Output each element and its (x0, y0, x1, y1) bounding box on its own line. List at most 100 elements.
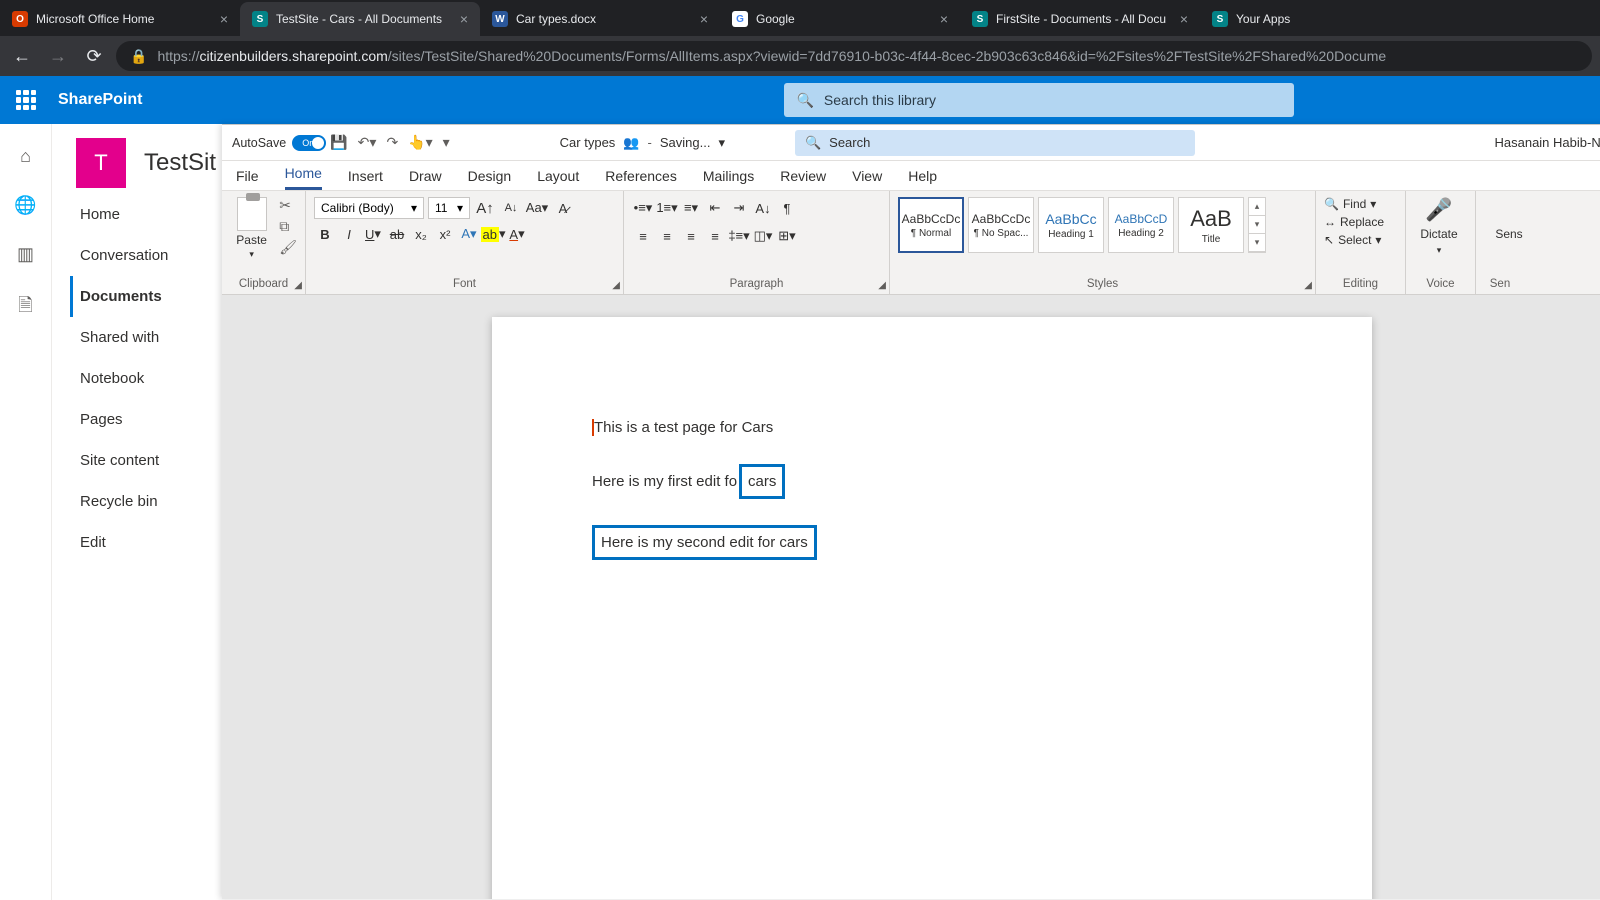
browser-tab[interactable]: S FirstSite - Documents - All Docu × (960, 2, 1200, 36)
touch-icon[interactable]: 👆▾ (408, 134, 432, 151)
nav-documents[interactable]: Documents (70, 276, 222, 317)
brand-label[interactable]: SharePoint (58, 91, 142, 109)
style-normal[interactable]: AaBbCcDc¶ Normal (898, 197, 964, 253)
sensitivity-button[interactable]: Sens (1484, 197, 1534, 241)
browser-tab[interactable]: G Google × (720, 2, 960, 36)
align-left-icon[interactable]: ≡ (632, 225, 654, 247)
font-size-combo[interactable]: 11▾ (428, 197, 470, 219)
bullets-icon[interactable]: •≡▾ (632, 197, 654, 219)
shading-icon[interactable]: ◫▾ (752, 225, 774, 247)
change-case-icon[interactable]: Aa▾ (526, 197, 548, 219)
globe-icon[interactable]: 🌐 (14, 195, 36, 216)
chevron-down-icon[interactable]: ▾ (1437, 245, 1442, 256)
replace-button[interactable]: ↔Replace (1324, 215, 1397, 229)
font-name-combo[interactable]: Calibri (Body)▾ (314, 197, 424, 219)
customize-icon[interactable]: ▾ (443, 134, 450, 151)
news-icon[interactable]: ▥ (17, 244, 34, 265)
tab-design[interactable]: Design (468, 168, 512, 190)
find-button[interactable]: 🔍Find ▾ (1324, 197, 1397, 211)
increase-indent-icon[interactable]: ⇥ (728, 197, 750, 219)
align-right-icon[interactable]: ≡ (680, 225, 702, 247)
gallery-scroll[interactable]: ▴▾▾ (1248, 197, 1266, 253)
decrease-indent-icon[interactable]: ⇤ (704, 197, 726, 219)
highlight-icon[interactable]: ab▾ (482, 223, 504, 245)
bold-button[interactable]: B (314, 223, 336, 245)
tab-help[interactable]: Help (908, 168, 937, 190)
copy-icon[interactable]: ⧉ (279, 218, 297, 235)
clear-format-icon[interactable]: A̷ (552, 197, 574, 219)
tab-review[interactable]: Review (780, 168, 826, 190)
url-input[interactable]: 🔒 https://citizenbuilders.sharepoint.com… (116, 41, 1592, 71)
dialog-launcher-icon[interactable]: ◢ (612, 280, 620, 291)
close-icon[interactable]: × (940, 11, 948, 27)
paragraph[interactable]: Here is my first edit focars (592, 464, 1272, 499)
document-canvas[interactable]: This is a test page for Cars Here is my … (222, 295, 1600, 899)
browser-tab[interactable]: S TestSite - Cars - All Documents × (240, 2, 480, 36)
forward-button[interactable]: → (44, 42, 72, 70)
dialog-launcher-icon[interactable]: ◢ (878, 280, 886, 291)
nav-site-contents[interactable]: Site content (70, 440, 222, 481)
redo-icon[interactable]: ↷ (386, 134, 398, 151)
user-name[interactable]: Hasanain Habib-Nayar (1494, 135, 1600, 150)
paste-button[interactable]: Paste ▾ (230, 197, 273, 260)
tab-home[interactable]: Home (285, 165, 322, 190)
subscript-button[interactable]: x₂ (410, 223, 432, 245)
close-icon[interactable]: × (460, 11, 468, 27)
back-button[interactable]: ← (8, 42, 36, 70)
autosave-toggle[interactable]: AutoSave On (232, 135, 314, 151)
style-heading2[interactable]: AaBbCcDHeading 2 (1108, 197, 1174, 253)
page[interactable]: This is a test page for Cars Here is my … (492, 317, 1372, 899)
browser-tab[interactable]: O Microsoft Office Home × (0, 2, 240, 36)
justify-icon[interactable]: ≡ (704, 225, 726, 247)
browser-tab[interactable]: W Car types.docx × (480, 2, 720, 36)
style-no-spacing[interactable]: AaBbCcDc¶ No Spac... (968, 197, 1034, 253)
paragraph[interactable]: Here is my second edit for cars (592, 525, 1272, 560)
style-heading1[interactable]: AaBbCcHeading 1 (1038, 197, 1104, 253)
underline-button[interactable]: U▾ (362, 223, 384, 245)
nav-recycle-bin[interactable]: Recycle bin (70, 481, 222, 522)
nav-pages[interactable]: Pages (70, 399, 222, 440)
nav-conversations[interactable]: Conversation (70, 235, 222, 276)
tab-draw[interactable]: Draw (409, 168, 442, 190)
show-marks-icon[interactable]: ¶ (776, 197, 798, 219)
superscript-button[interactable]: x² (434, 223, 456, 245)
close-icon[interactable]: × (700, 11, 708, 27)
dialog-launcher-icon[interactable]: ◢ (1304, 280, 1312, 291)
tab-insert[interactable]: Insert (348, 168, 383, 190)
italic-button[interactable]: I (338, 223, 360, 245)
align-center-icon[interactable]: ≡ (656, 225, 678, 247)
nav-notebook[interactable]: Notebook (70, 358, 222, 399)
browser-tab[interactable]: S Your Apps (1200, 2, 1440, 36)
strike-button[interactable]: ab (386, 223, 408, 245)
style-title[interactable]: AaBTitle (1178, 197, 1244, 253)
nav-shared[interactable]: Shared with (70, 317, 222, 358)
reload-button[interactable]: ⟳ (80, 42, 108, 70)
font-color-icon[interactable]: A▾ (506, 223, 528, 245)
format-painter-icon[interactable]: 🖌 (279, 239, 297, 256)
nav-home[interactable]: Home (70, 194, 222, 235)
app-launcher-icon[interactable] (16, 90, 36, 110)
text-effects-icon[interactable]: A▾ (458, 223, 480, 245)
home-icon[interactable]: ⌂ (20, 146, 31, 167)
close-icon[interactable]: × (220, 11, 228, 27)
word-search[interactable]: 🔍 Search (795, 130, 1195, 156)
multilevel-icon[interactable]: ≡▾ (680, 197, 702, 219)
tab-file[interactable]: File (236, 168, 259, 190)
select-button[interactable]: ↖Select ▾ (1324, 233, 1397, 247)
more-icon[interactable]: ▾ (1249, 234, 1265, 252)
chevron-down-icon[interactable]: ▾ (249, 249, 254, 260)
document-title[interactable]: Car types 👥 - Saving... ▾ (560, 135, 725, 151)
paragraph[interactable]: This is a test page for Cars (592, 417, 1272, 438)
numbering-icon[interactable]: 1≡▾ (656, 197, 678, 219)
save-icon[interactable]: 💾 (330, 134, 347, 151)
tab-view[interactable]: View (852, 168, 882, 190)
nav-edit[interactable]: Edit (70, 522, 222, 563)
dialog-launcher-icon[interactable]: ◢ (294, 280, 302, 291)
undo-icon[interactable]: ↶▾ (358, 134, 377, 151)
shrink-font-icon[interactable]: A↓ (500, 197, 522, 219)
grow-font-icon[interactable]: A↑ (474, 197, 496, 219)
borders-icon[interactable]: ⊞▾ (776, 225, 798, 247)
tab-layout[interactable]: Layout (537, 168, 579, 190)
cut-icon[interactable]: ✂ (279, 197, 297, 214)
tab-references[interactable]: References (605, 168, 677, 190)
